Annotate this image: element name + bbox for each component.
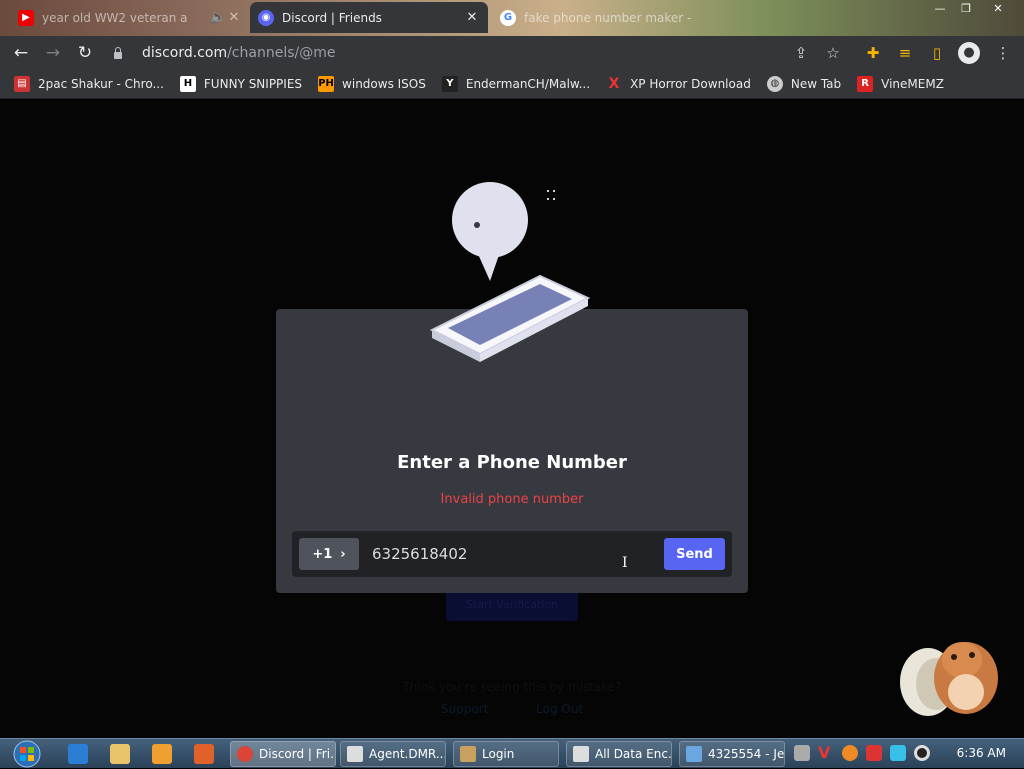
ie-icon[interactable] xyxy=(68,744,88,764)
bookmark-item[interactable]: ▤ 2pac Shakur - Chro... xyxy=(14,75,164,92)
lock-icon xyxy=(112,47,124,59)
share-icon[interactable]: ⇪ xyxy=(790,42,812,64)
taskbar-item-login[interactable]: Login xyxy=(453,741,559,767)
logout-link: Log Out xyxy=(536,702,584,716)
bookmark-item[interactable]: ◍ New Tab xyxy=(766,75,842,92)
country-code-button[interactable]: +1 › xyxy=(299,538,359,570)
media-player-icon[interactable] xyxy=(152,744,172,764)
google-icon: G xyxy=(500,9,516,26)
bookmark-label: windows ISOS xyxy=(342,76,426,91)
tab-discord[interactable]: ◉ Discord | Friends ✕ xyxy=(250,2,488,33)
bookmark-item[interactable]: PH windows ISOS xyxy=(318,75,426,92)
close-icon[interactable]: ✕ xyxy=(464,10,480,25)
profile-avatar-icon[interactable]: ● xyxy=(958,42,980,64)
phone-number-input[interactable] xyxy=(372,538,652,570)
start-verification-button: Start Verification xyxy=(446,591,578,621)
explorer-folder-icon[interactable] xyxy=(110,744,130,764)
window-icon xyxy=(686,746,702,762)
tab-title: fake phone number maker - Go xyxy=(524,10,694,25)
close-icon[interactable]: ✕ xyxy=(226,10,242,25)
bookmark-label: FUNNY SNIPPIES xyxy=(203,76,303,91)
error-message: Invalid phone number xyxy=(440,492,584,507)
bookmark-label: VineMEMZ xyxy=(881,76,944,91)
url-path: /channels/@me xyxy=(227,45,336,61)
star-icon[interactable]: ☆ xyxy=(822,42,844,64)
menu-dots-icon[interactable]: ⋮ xyxy=(992,42,1014,64)
discord-icon: ◉ xyxy=(258,9,274,26)
country-code-label: +1 xyxy=(312,546,333,562)
tray-camera-icon[interactable] xyxy=(914,745,930,761)
hamster-sticker-icon xyxy=(900,642,998,716)
windows-taskbar: Discord | Fri... Agent.DMR... Login All … xyxy=(0,738,1024,768)
bookmark-label: 2pac Shakur - Chro... xyxy=(38,76,164,91)
tray-search-icon[interactable] xyxy=(842,745,858,761)
chevron-right-icon: › xyxy=(340,546,346,562)
modal-title: Enter a Phone Number xyxy=(397,452,627,473)
taskbar-item-data[interactable]: All Data Enc... xyxy=(566,741,672,767)
extensions-icon[interactable]: ✚ xyxy=(862,42,884,64)
task-label: 4325554 - Je... xyxy=(708,747,785,761)
discord-page: Start Verification Think you're seeing t… xyxy=(0,100,1024,738)
close-window-icon[interactable]: ✕ xyxy=(984,0,1012,18)
browser-toolbar: ← → ↻ discord.com/channels/@me ⇪ ☆ ✚ ≡ ▯… xyxy=(0,36,1024,69)
task-label: Discord | Fri... xyxy=(259,747,336,761)
phone-illustration-icon xyxy=(429,182,591,362)
taskbar-item-file[interactable]: 4325554 - Je... xyxy=(679,741,785,767)
restore-icon[interactable]: ❐ xyxy=(952,0,980,18)
minimize-icon[interactable]: — xyxy=(926,0,954,18)
h-logo-icon: H xyxy=(179,75,196,92)
side-panel-icon[interactable]: ▯ xyxy=(926,42,948,64)
tray-monitor-icon[interactable] xyxy=(890,745,906,761)
text-cursor-icon: I xyxy=(622,555,628,571)
x-logo-icon: X xyxy=(608,75,620,92)
phone-input-row: +1 › Send xyxy=(292,531,732,577)
tab-strip: ▶ year old WW2 veteran a 🔈 ✕ ◉ Discord |… xyxy=(0,0,1024,36)
r-logo-icon: R xyxy=(857,75,874,92)
send-button[interactable]: Send xyxy=(664,538,725,570)
media-control-icon[interactable]: ≡ xyxy=(894,42,916,64)
bookmark-item[interactable]: H FUNNY SNIPPIES xyxy=(179,75,303,92)
reload-icon[interactable]: ↻ xyxy=(72,40,98,66)
mistake-text: Think you're seeing this by mistake? xyxy=(402,680,622,694)
forward-arrow-icon[interactable]: → xyxy=(40,40,66,66)
taskbar-item-discord[interactable]: Discord | Fri... xyxy=(230,741,336,767)
support-link: Support xyxy=(440,702,489,716)
chrome-icon xyxy=(237,746,253,762)
system-clock[interactable]: 6:36 AM xyxy=(957,746,1006,760)
tray-flag-icon[interactable] xyxy=(866,745,882,761)
login-icon xyxy=(460,746,476,762)
taskbar-item-agent[interactable]: Agent.DMR... xyxy=(340,741,446,767)
task-label: Agent.DMR... xyxy=(369,747,446,761)
window-icon xyxy=(347,746,363,762)
tray-app-icon[interactable] xyxy=(794,745,810,761)
new-tab-icon: ◍ xyxy=(766,75,783,92)
bookmark-label: New Tab xyxy=(790,76,842,91)
back-arrow-icon[interactable]: ← xyxy=(8,40,34,66)
yp-logo-icon: Y xyxy=(441,75,458,92)
address-bar[interactable]: discord.com/channels/@me xyxy=(112,41,872,65)
bookmark-item[interactable]: X XP Horror Download xyxy=(606,76,751,92)
bookmark-label: XP Horror Download xyxy=(630,76,751,91)
footer-links: Support Log Out xyxy=(0,702,1024,716)
window-icon xyxy=(573,746,589,762)
tab-title: year old WW2 veteran a xyxy=(42,10,188,25)
task-label: Login xyxy=(482,747,515,761)
task-label: All Data Enc... xyxy=(595,747,672,761)
youtube-icon: ▶ xyxy=(18,9,34,26)
bookmark-label: EndermanCH/Malw... xyxy=(465,76,591,91)
url-host: discord.com xyxy=(142,45,228,61)
tab-youtube[interactable]: ▶ year old WW2 veteran a 🔈 ✕ xyxy=(10,2,250,33)
bookmark-icon: ▤ xyxy=(14,75,30,92)
app-icon[interactable] xyxy=(194,744,214,764)
bookmark-item[interactable]: R VineMEMZ xyxy=(857,75,944,92)
tray-v-icon[interactable]: V xyxy=(818,745,834,761)
tab-title: Discord | Friends xyxy=(282,10,382,25)
bookmarks-bar: ▤ 2pac Shakur - Chro... H FUNNY SNIPPIES P… xyxy=(0,69,1024,99)
audio-icon: 🔈 xyxy=(210,10,227,25)
bookmark-item[interactable]: Y EndermanCH/Malw... xyxy=(441,75,591,92)
ph-logo-icon: PH xyxy=(318,75,335,92)
start-orb-icon[interactable] xyxy=(8,739,46,769)
tab-google[interactable]: G fake phone number maker - Go xyxy=(492,2,702,33)
